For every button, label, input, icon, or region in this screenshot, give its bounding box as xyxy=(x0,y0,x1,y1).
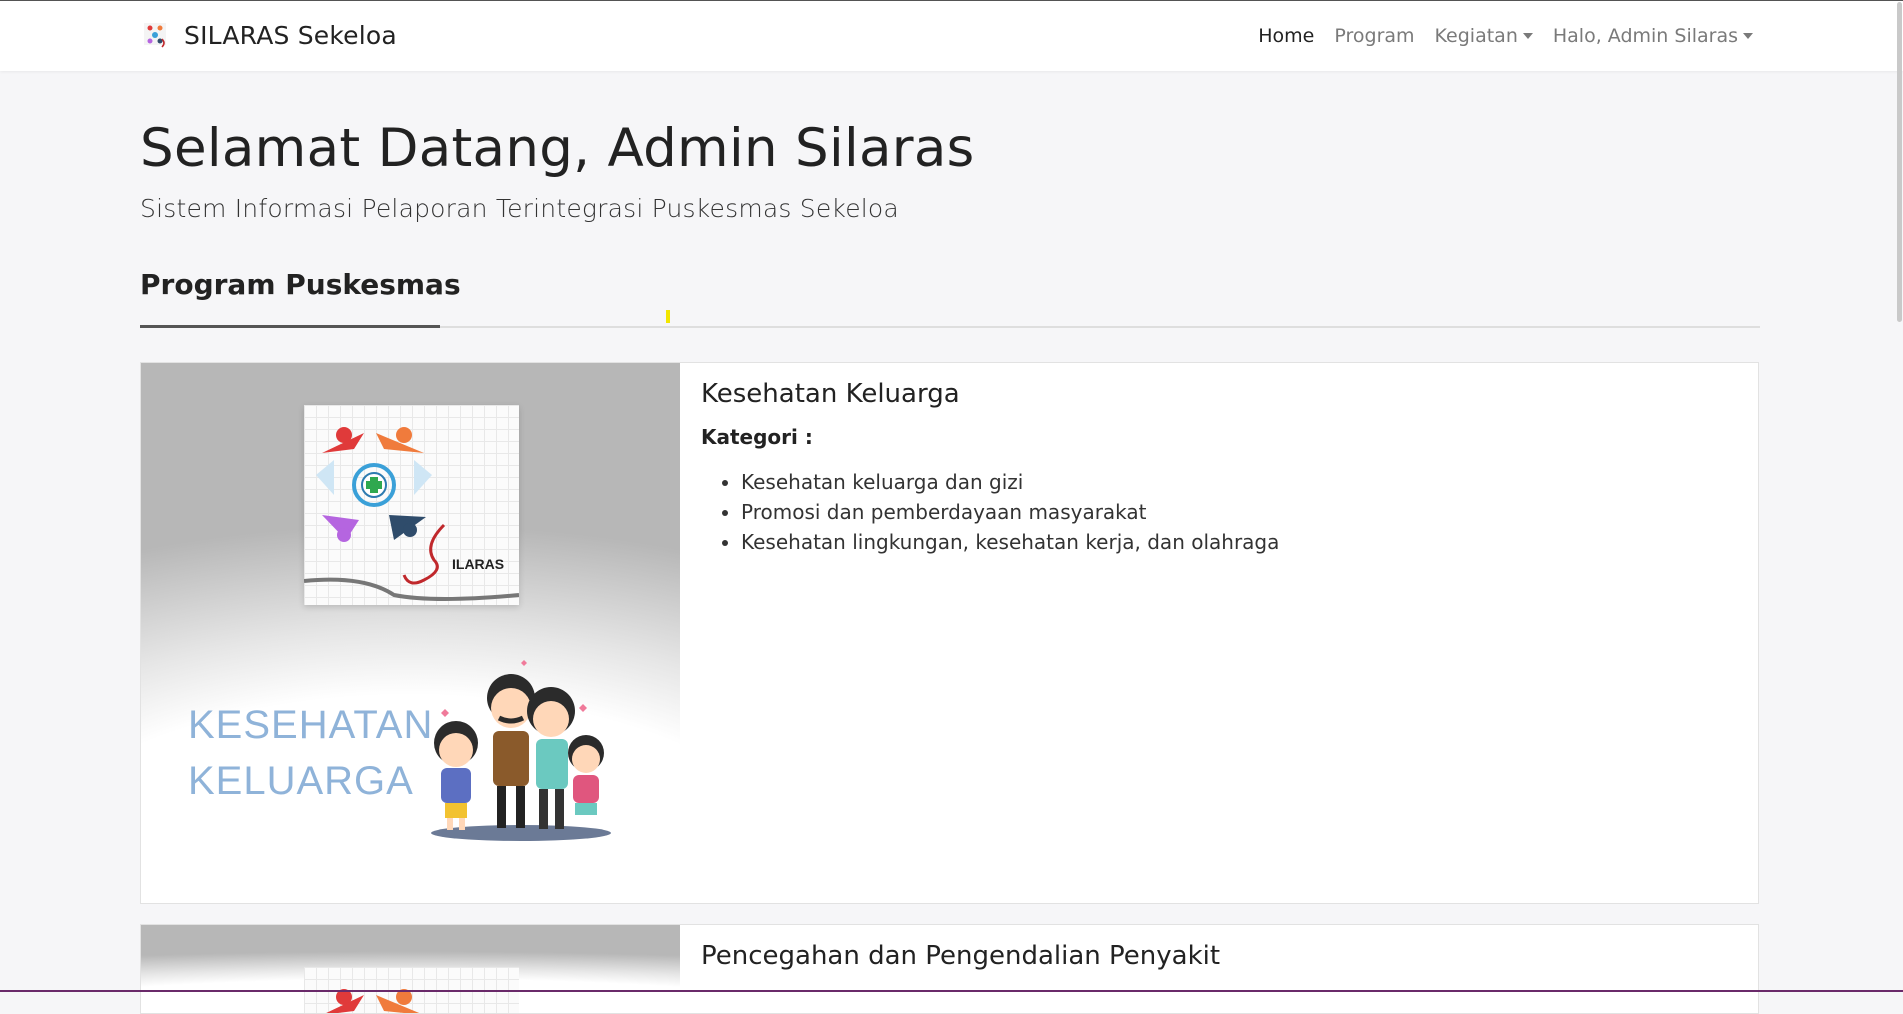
page-title: Selamat Datang, Admin Silaras xyxy=(140,118,975,179)
program-card-image: ILARAS KESEHATAN KELUARGA xyxy=(141,363,680,903)
program-card[interactable]: ILARAS KESEHATAN KELUARGA Kesehatan Kelu… xyxy=(140,362,1759,904)
nav-program[interactable]: Program xyxy=(1334,25,1414,47)
page-subtitle: Sistem Informasi Pelaporan Terintegrasi … xyxy=(140,194,899,223)
nav-program-label: Program xyxy=(1334,25,1415,47)
cursor-marker xyxy=(666,310,670,323)
family-illustration-icon xyxy=(431,660,611,841)
silaras-logo-icon: ILARAS xyxy=(303,427,520,601)
section-divider-highlight xyxy=(140,325,440,328)
caret-down-icon xyxy=(1743,33,1753,39)
list-item: Promosi dan pemberdayaan masyarakat xyxy=(741,497,1738,527)
list-item: Kesehatan lingkungan, kesehatan kerja, d… xyxy=(741,527,1738,557)
silaras-logo-paper: ILARAS xyxy=(303,405,520,605)
program-card-image xyxy=(141,925,680,1013)
program-card-body: Pencegahan dan Pengendalian Penyakit xyxy=(701,941,1738,987)
logo-text: ILARAS xyxy=(452,556,504,572)
section-title: Program Puskesmas xyxy=(140,268,461,301)
nav-kegiatan-dropdown[interactable]: Kegiatan xyxy=(1435,25,1533,47)
nav-kegiatan-label: Kegiatan xyxy=(1434,25,1518,47)
program-title[interactable]: Pencegahan dan Pengendalian Penyakit xyxy=(701,941,1738,971)
program-card[interactable]: Pencegahan dan Pengendalian Penyakit xyxy=(140,924,1759,1014)
brand-name: SILARAS Sekeloa xyxy=(184,20,397,50)
program-card-body: Kesehatan Keluarga Kategori : Kesehatan … xyxy=(701,379,1738,557)
brand-logo-icon xyxy=(144,23,166,48)
nav-home-label: Home xyxy=(1258,25,1315,47)
scrollbar-thumb[interactable] xyxy=(1897,2,1902,322)
kategori-label: Kategori : xyxy=(701,425,813,449)
nav-user-dropdown[interactable]: Halo, Admin Silaras xyxy=(1553,25,1753,47)
program-title[interactable]: Kesehatan Keluarga xyxy=(701,379,1738,409)
category-list: Kesehatan keluarga dan gizi Promosi dan … xyxy=(701,467,1738,557)
brand[interactable]: SILARAS Sekeloa xyxy=(140,19,397,51)
image-caption-line1: KESEHATAN xyxy=(188,703,434,747)
scrollbar[interactable] xyxy=(1895,0,1903,992)
nav-user-label: Halo, Admin Silaras xyxy=(1552,25,1738,47)
list-item: Kesehatan keluarga dan gizi xyxy=(741,467,1738,497)
caret-down-icon xyxy=(1522,33,1533,39)
image-caption-line2: KELUARGA xyxy=(188,759,414,803)
main-nav: Home Program Kegiatan Halo, Admin Silara… xyxy=(1238,25,1753,47)
nav-home[interactable]: Home xyxy=(1258,25,1314,47)
navbar: SILARAS Sekeloa Home Program Kegiatan Ha… xyxy=(0,1,1903,71)
